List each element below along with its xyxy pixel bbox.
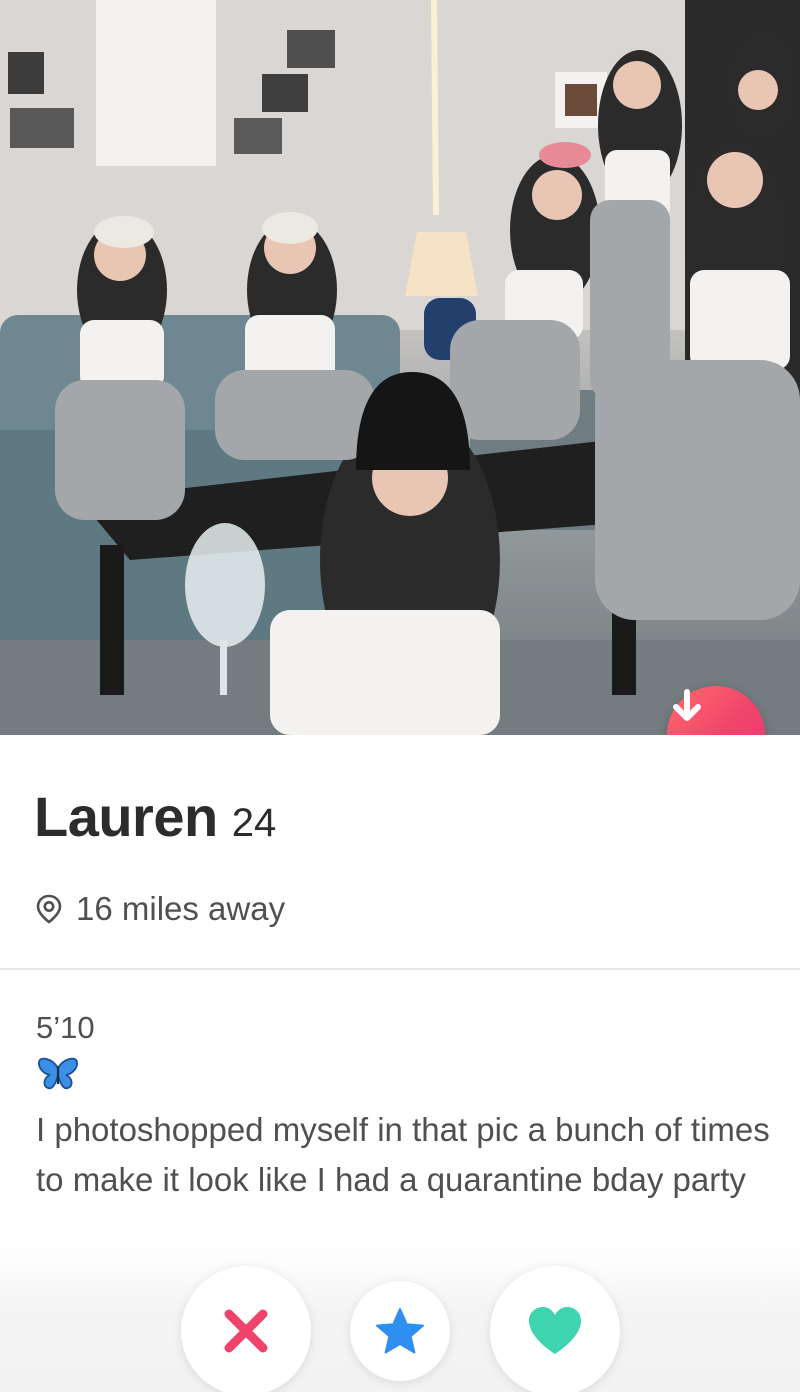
heart-icon xyxy=(529,1307,581,1354)
profile-age: 24 xyxy=(231,801,277,845)
party-scene-illustration xyxy=(0,0,800,735)
profile-name: Lauren xyxy=(34,785,218,848)
profile-photo[interactable] xyxy=(0,0,800,735)
name-age-row: Lauren 24 xyxy=(34,784,276,849)
section-divider xyxy=(0,968,800,970)
distance-row: 16 miles away xyxy=(36,890,285,928)
profile-height: 5’10 xyxy=(36,1010,95,1045)
x-icon xyxy=(224,1309,268,1353)
nope-button[interactable] xyxy=(181,1266,311,1392)
distance-text: 16 miles away xyxy=(76,890,286,927)
butterfly-icon xyxy=(36,1056,80,1099)
superlike-button[interactable] xyxy=(350,1281,450,1381)
arrow-down-icon xyxy=(673,689,701,721)
profile-bio: I photoshopped myself in that pic a bunc… xyxy=(36,1111,770,1198)
like-button[interactable] xyxy=(490,1266,620,1392)
location-pin-icon xyxy=(36,894,62,924)
star-icon xyxy=(376,1308,424,1354)
